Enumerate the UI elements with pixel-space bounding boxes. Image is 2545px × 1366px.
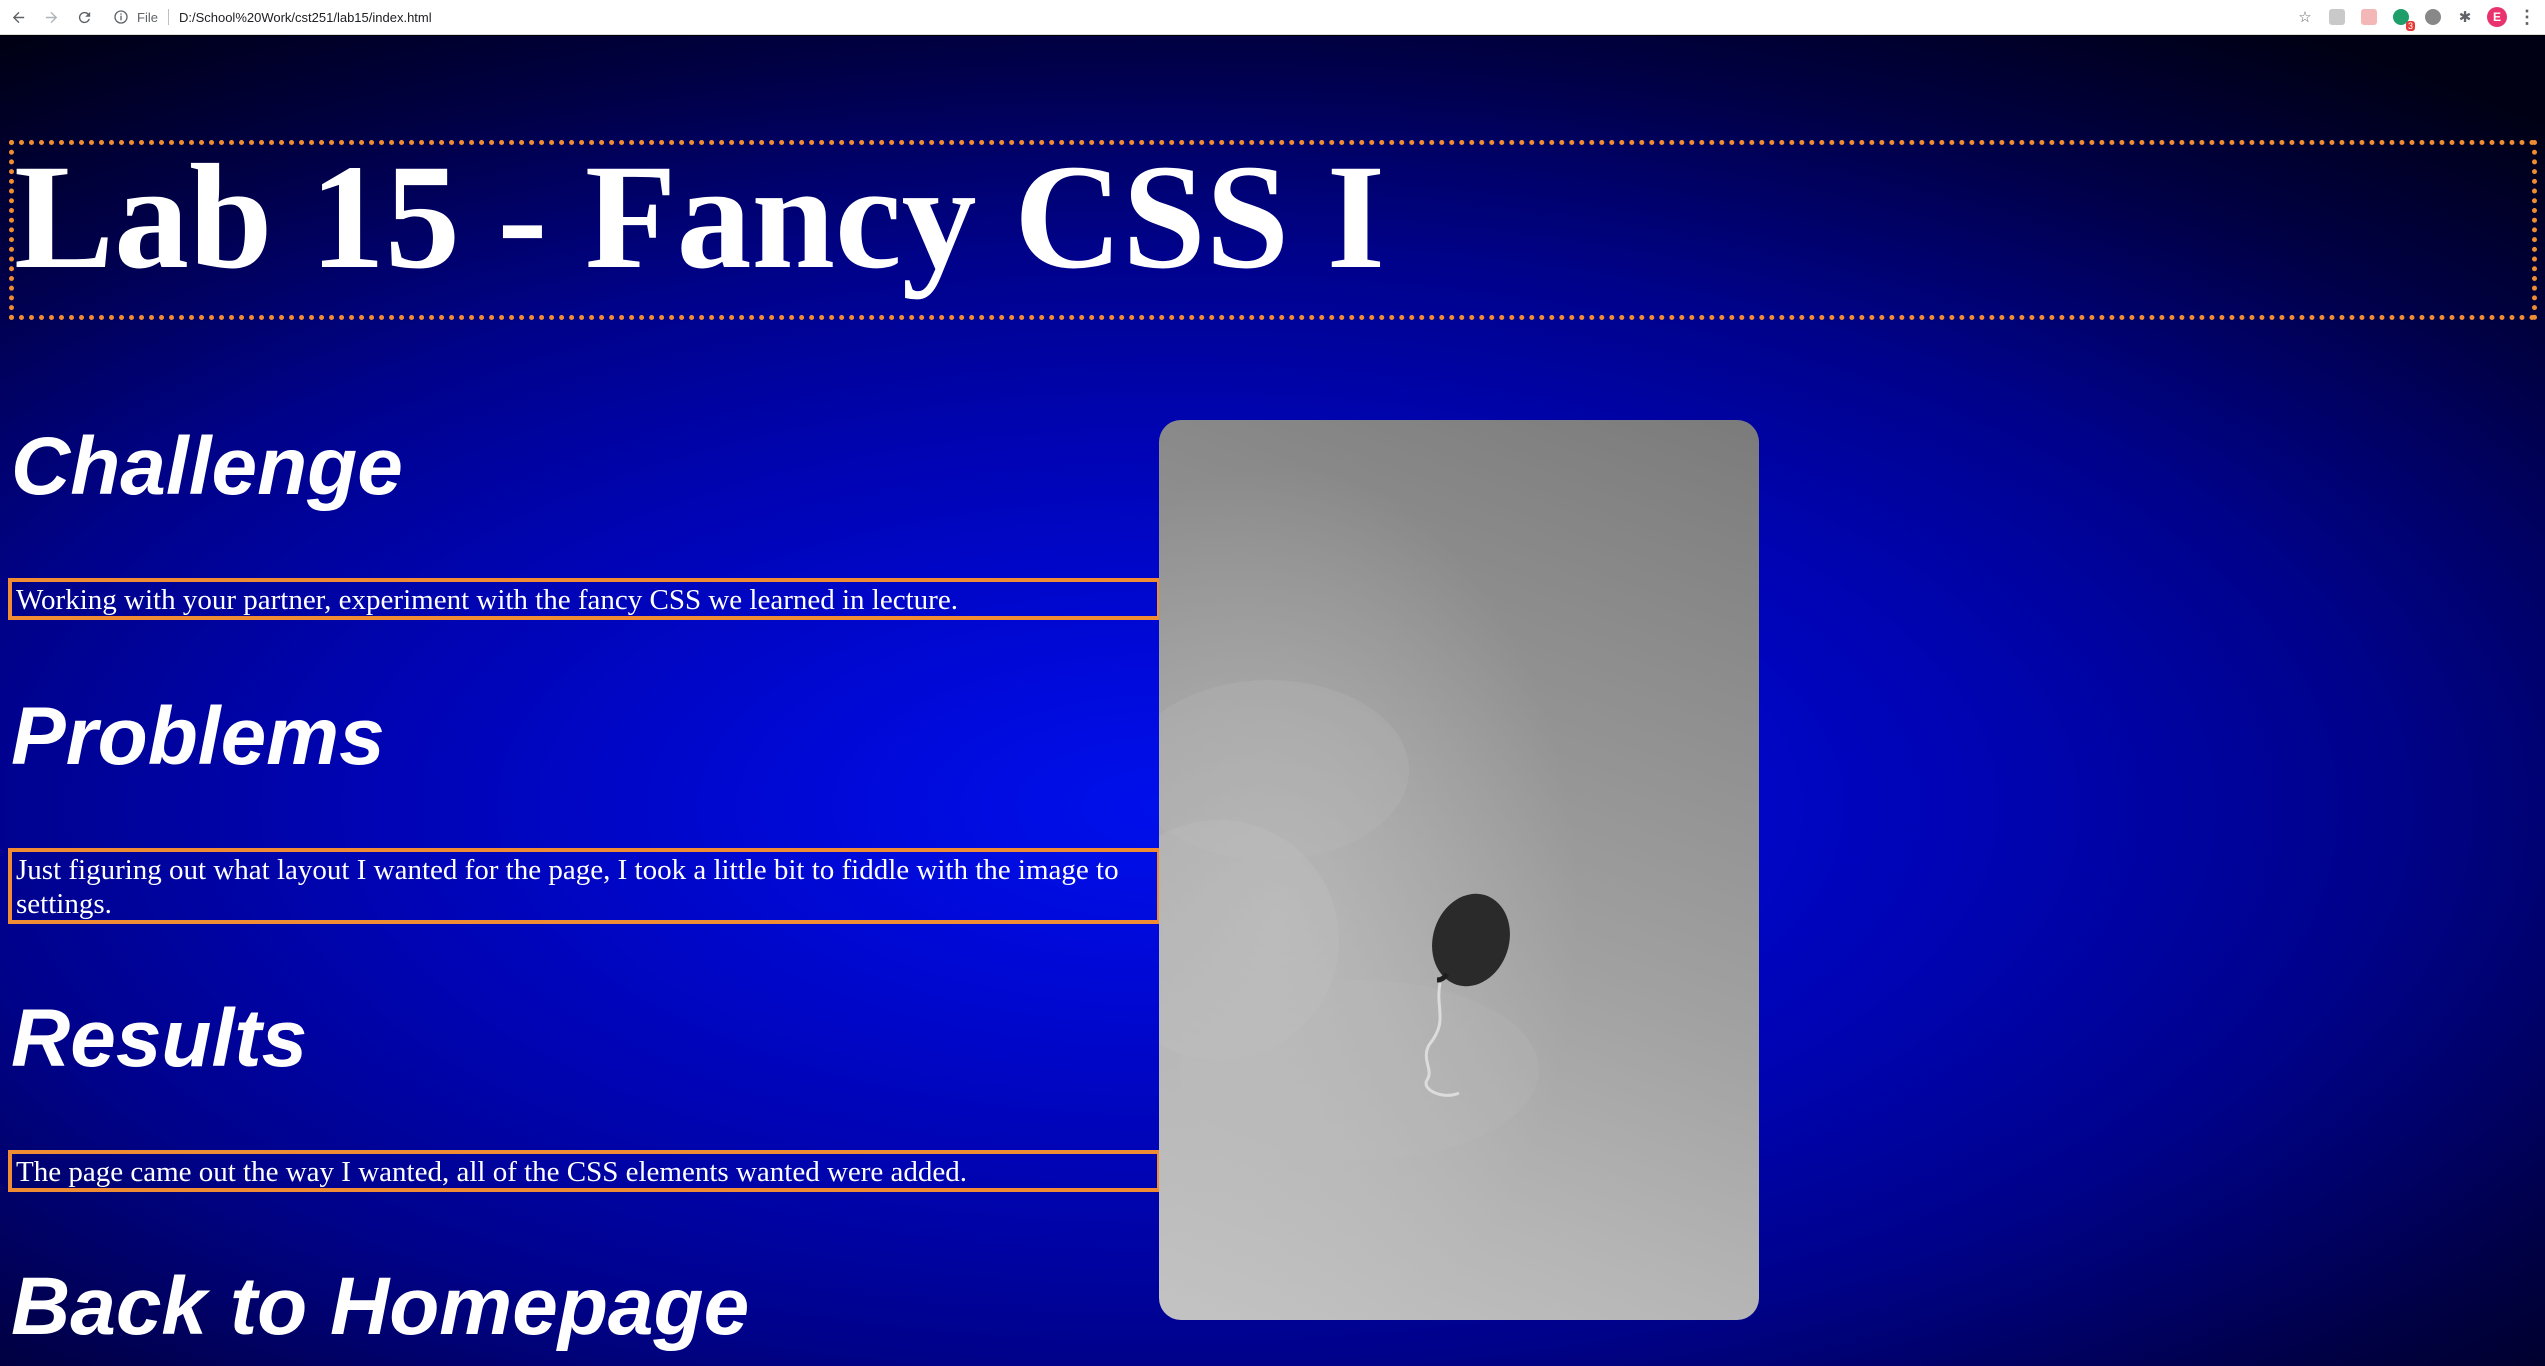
problems-text: Just figuring out what layout I wanted f… <box>8 848 1161 924</box>
menu-dots-icon[interactable]: ⋮ <box>2517 7 2537 27</box>
forward-button[interactable] <box>36 2 66 32</box>
challenge-text: Working with your partner, experiment wi… <box>8 578 1161 620</box>
heading-challenge: Challenge <box>11 421 403 512</box>
page-viewport: Lab 15 - Fancy CSS I Challenge Working w… <box>0 36 2545 1366</box>
profile-avatar[interactable]: E <box>2487 7 2507 27</box>
address-divider <box>167 9 169 25</box>
results-text: The page came out the way I wanted, all … <box>8 1150 1161 1192</box>
extension-area: ☆ 3 ✱ E ⋮ <box>2283 7 2537 31</box>
extension-icon-pink[interactable] <box>2359 7 2379 27</box>
reload-icon <box>78 11 90 23</box>
star-icon[interactable]: ☆ <box>2295 7 2315 27</box>
extension-badge-count: 3 <box>2405 21 2415 31</box>
file-scheme-label: File <box>137 9 158 25</box>
extension-icon-gray[interactable] <box>2327 7 2347 27</box>
back-to-homepage-link[interactable]: Back to Homepage <box>11 1266 749 1348</box>
url-text[interactable]: D:/School%20Work/cst251/lab15/index.html <box>179 10 432 25</box>
puzzle-icon[interactable]: ✱ <box>2455 7 2475 27</box>
extension-icon-dark[interactable] <box>2423 7 2443 27</box>
reload-button[interactable] <box>69 2 99 32</box>
info-icon[interactable] <box>113 9 129 25</box>
balloon-image <box>1159 420 1759 1320</box>
heading-results: Results <box>11 993 308 1084</box>
forward-arrow-icon <box>45 11 57 23</box>
heading-problems: Problems <box>11 691 385 782</box>
extension-icon-badge[interactable]: 3 <box>2391 7 2415 31</box>
back-button[interactable] <box>3 2 33 32</box>
balloon-photo <box>1159 420 1759 1320</box>
back-arrow-icon <box>12 11 24 23</box>
page-title: Lab 15 - Fancy CSS I <box>14 134 1386 300</box>
browser-toolbar: File D:/School%20Work/cst251/lab15/index… <box>0 0 2545 35</box>
avatar: E <box>2487 7 2507 27</box>
address-bar[interactable]: File D:/School%20Work/cst251/lab15/index… <box>113 4 2283 30</box>
